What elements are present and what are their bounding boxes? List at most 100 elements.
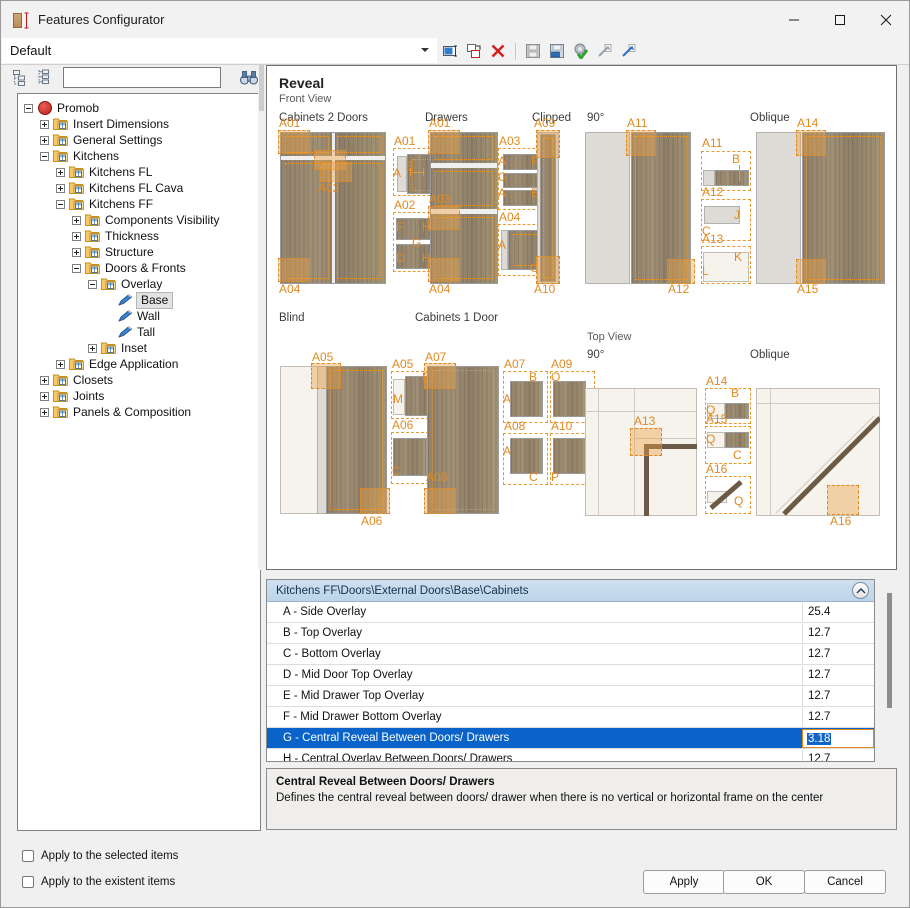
property-value[interactable]: 12.7 (802, 644, 874, 664)
minimize-button[interactable] (771, 1, 817, 38)
property-value[interactable]: 12.7 (802, 686, 874, 706)
collapse-tree-button[interactable] (9, 66, 33, 90)
tree-expander-plus-icon[interactable] (40, 407, 49, 417)
tree-expander-plus-icon[interactable] (56, 167, 65, 177)
code-a06-1: A06 (361, 514, 383, 528)
save-button[interactable] (522, 40, 544, 62)
tree-item-thickness[interactable]: Thickness (18, 228, 260, 244)
cancel-button[interactable]: Cancel (804, 870, 886, 894)
tree-item-label: Panels & Composition (73, 404, 192, 419)
property-value[interactable]: 12.7 (802, 665, 874, 685)
hl-a11 (626, 130, 656, 156)
property-value[interactable]: 25.4 (802, 602, 874, 622)
tree-expander-minus-icon[interactable] (40, 151, 49, 161)
tree-item-base[interactable]: Base (18, 291, 260, 309)
ok-button[interactable]: OK (723, 870, 805, 894)
import-button[interactable] (618, 40, 640, 62)
close-button[interactable] (863, 1, 909, 38)
property-grid-scrollbar[interactable] (883, 579, 897, 762)
hl-a14 (796, 130, 826, 156)
tree-expander-plus-icon[interactable] (72, 231, 81, 241)
expand-tree-button[interactable] (33, 66, 57, 90)
letter-b-5: B (731, 386, 740, 400)
tree-item-joints[interactable]: Joints (18, 388, 260, 404)
property-value[interactable]: 12.7 (802, 749, 874, 761)
tree-item-label: General Settings (73, 132, 163, 147)
tree-view[interactable]: Promob Insert Dimensions General Settings K… (17, 93, 261, 831)
tree-item-kitchens[interactable]: Kitchens (18, 148, 260, 164)
property-grid-header[interactable]: Kitchens FF\Doors\External Doors\Base\Ca… (267, 580, 874, 602)
topview90-line1 (598, 389, 599, 515)
tree-item-structure[interactable]: Structure (18, 244, 260, 260)
tree-expander-plus-icon[interactable] (40, 375, 49, 385)
tree-item-overlay[interactable]: Overlay (18, 276, 260, 292)
tree-expander-minus-icon[interactable] (72, 263, 81, 273)
property-row[interactable]: A - Side Overlay 25.4 (267, 602, 874, 623)
checkbox-box[interactable] (22, 850, 34, 862)
checkbox-box[interactable] (22, 876, 34, 888)
diagram-vertical-scrollbar[interactable] (258, 65, 265, 570)
tree-item-kitchens-fl[interactable]: Kitchens FL (18, 164, 260, 180)
tree-expander-plus-icon[interactable] (56, 183, 65, 193)
property-value[interactable]: 12.7 (802, 707, 874, 727)
property-row[interactable]: D - Mid Door Top Overlay 12.7 (267, 665, 874, 686)
tree-expander-plus-icon[interactable] (40, 135, 49, 145)
tree-expander-plus-icon[interactable] (88, 343, 97, 353)
apply-button[interactable]: Apply (643, 870, 725, 894)
save-as-button[interactable] (546, 40, 568, 62)
property-row[interactable]: G - Central Reveal Between Doors/ Drawer… (267, 728, 874, 749)
delete-button[interactable] (487, 40, 509, 62)
validate-button[interactable] (570, 40, 592, 62)
tree-item-promob[interactable]: Promob (18, 100, 260, 116)
property-row[interactable]: C - Bottom Overlay 12.7 (267, 644, 874, 665)
tree-item-kitchens-fl-cava[interactable]: Kitchens FL Cava (18, 180, 260, 196)
search-input[interactable] (64, 68, 220, 87)
maximize-button[interactable] (817, 1, 863, 38)
profile-combobox[interactable]: Default (2, 38, 437, 63)
collapse-button[interactable] (852, 582, 869, 599)
code-a15-1: A15 (797, 282, 819, 296)
hl-a06 (360, 488, 390, 514)
rename-button[interactable] (439, 40, 461, 62)
tree-expander-plus-icon[interactable] (72, 247, 81, 257)
scrollbar-thumb[interactable] (259, 65, 264, 111)
tree-expander-minus-icon[interactable] (24, 103, 33, 113)
tree-item-general-settings[interactable]: General Settings (18, 132, 260, 148)
tree-expander-plus-icon[interactable] (56, 359, 65, 369)
tree-item-closets[interactable]: Closets (18, 372, 260, 388)
tree-expander-plus-icon[interactable] (40, 119, 49, 129)
property-name: B - Top Overlay (283, 627, 363, 639)
tree-expander-plus-icon[interactable] (72, 215, 81, 225)
property-grid-scroll-thumb[interactable] (887, 593, 892, 708)
tree-item-edge-application[interactable]: Edge Application (18, 356, 260, 372)
tree-item-insert-dimensions[interactable]: Insert Dimensions (18, 116, 260, 132)
dim-a11-v (739, 165, 740, 181)
property-row[interactable]: H - Central Overlay Between Doors/ Drawe… (267, 749, 874, 761)
duplicate-button[interactable] (463, 40, 485, 62)
apply-selected-checkbox[interactable]: Apply to the selected items (22, 850, 178, 862)
property-row[interactable]: F - Mid Drawer Bottom Overlay 12.7 (267, 707, 874, 728)
property-grid[interactable]: Kitchens FF\Doors\External Doors\Base\Ca… (266, 579, 875, 762)
property-row[interactable]: B - Top Overlay 12.7 (267, 623, 874, 644)
tree-expander-minus-icon[interactable] (56, 199, 65, 209)
tree-expander-minus-icon[interactable] (88, 279, 97, 289)
tree-item-kitchens-ff[interactable]: Kitchens FF (18, 196, 260, 212)
tree-item-tall[interactable]: Tall (18, 324, 260, 340)
tree-item-doors-fronts[interactable]: Doors & Fronts (18, 260, 260, 276)
search-input-wrap[interactable] (63, 67, 221, 88)
toolbar: Default (1, 38, 909, 65)
tree-item-label: Joints (73, 388, 105, 403)
property-value[interactable]: 3.18 (802, 728, 874, 748)
tree-item-panels-composition[interactable]: Panels & Composition (18, 404, 260, 420)
code-a03-1: A03 (429, 192, 451, 206)
tree-expander-plus-icon[interactable] (40, 391, 49, 401)
tree-item-wall[interactable]: Wall (18, 308, 260, 324)
tree-item-inset[interactable]: Inset (18, 340, 260, 356)
tree-item-components-visibility[interactable]: Components Visibility (18, 212, 260, 228)
property-value[interactable]: 12.7 (802, 623, 874, 643)
property-row[interactable]: E - Mid Drawer Top Overlay 12.7 (267, 686, 874, 707)
detail-a14-door (725, 403, 749, 419)
minimize-icon (789, 19, 799, 20)
apply-existent-checkbox[interactable]: Apply to the existent items (22, 876, 175, 888)
export-button[interactable] (594, 40, 616, 62)
